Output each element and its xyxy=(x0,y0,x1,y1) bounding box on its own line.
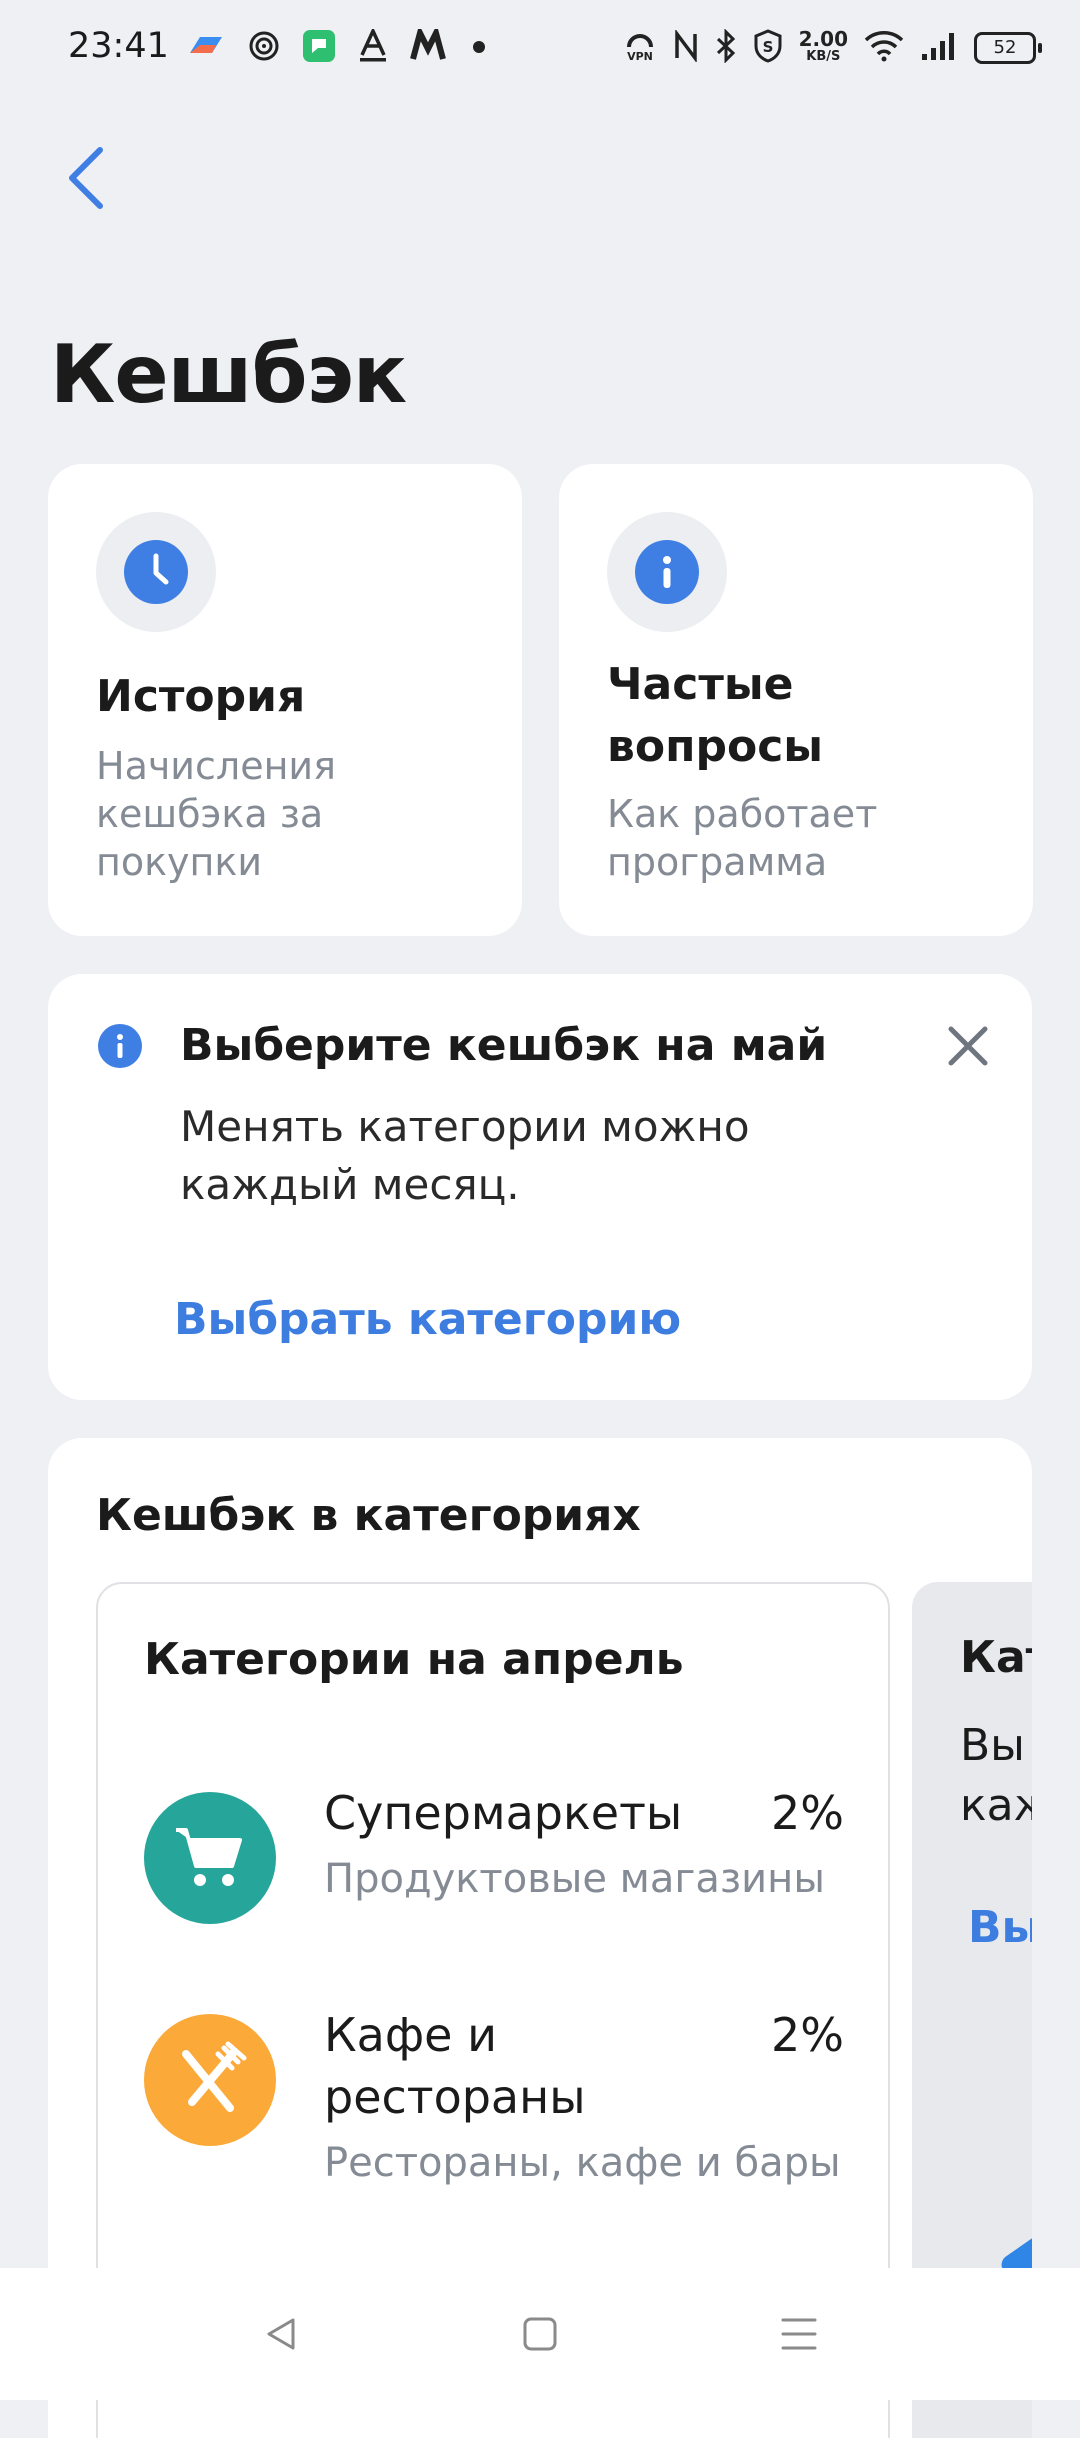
bluetooth-icon xyxy=(715,28,737,67)
history-tile[interactable]: История Начисления кешбэка за покупки xyxy=(48,464,522,936)
back-button[interactable] xyxy=(50,138,120,218)
may-cashback-banner: Выберите кешбэк на май Менять категории … xyxy=(48,974,1032,1400)
may-categories-title: Кат xyxy=(960,1632,1032,1683)
fork-knife-icon xyxy=(144,2014,276,2146)
nav-back-button[interactable] xyxy=(246,2304,316,2364)
categories-title: Кешбэк в категориях xyxy=(96,1490,641,1541)
notification-icons xyxy=(186,24,486,70)
status-time: 23:41 xyxy=(68,26,169,66)
category-name: Кафе и рестораны xyxy=(324,2008,586,2124)
dot-icon xyxy=(472,39,486,58)
faq-title: Частые вопросы xyxy=(607,659,824,772)
app-icon xyxy=(186,31,226,65)
category-percent: 2% xyxy=(771,1786,844,1840)
triangle-back-icon xyxy=(267,2318,295,2350)
faq-tile[interactable]: Частые вопросы Как работает программа xyxy=(559,464,1033,936)
category-percent: 2% xyxy=(771,2008,844,2062)
category-name: Супермаркеты xyxy=(324,1786,683,1840)
faq-icon-wrap xyxy=(607,512,727,632)
nfc-icon xyxy=(673,28,699,66)
may-choose-link[interactable]: Вы xyxy=(968,1902,1032,1953)
svg-text:VPN: VPN xyxy=(627,50,653,63)
history-subtitle: Начисления кешбэка за покупки xyxy=(96,744,336,884)
nav-home-button[interactable] xyxy=(505,2304,575,2364)
banner-title: Выберите кешбэк на май xyxy=(180,1020,828,1071)
battery-indicator: 52 xyxy=(974,32,1042,64)
wifi-icon xyxy=(864,30,904,66)
choose-category-link[interactable]: Выбрать категорию xyxy=(174,1294,681,1345)
chevron-left-icon xyxy=(69,147,103,209)
category-description: Продуктовые магазины xyxy=(324,1856,825,1902)
svg-text:S: S xyxy=(762,38,773,56)
cart-icon xyxy=(144,1792,276,1924)
menu-icon xyxy=(781,2318,817,2350)
chat-icon xyxy=(302,29,336,67)
status-bar: 23:41 VPN S 2.00 KB/S 52 xyxy=(0,0,1080,96)
nav-menu-button[interactable] xyxy=(764,2304,834,2364)
banner-close-button[interactable] xyxy=(940,1018,996,1074)
font-icon xyxy=(358,26,388,67)
vpn-icon: VPN xyxy=(623,29,657,67)
signal-icon xyxy=(920,30,958,66)
system-icons: VPN S 2.00 KB/S 52 xyxy=(623,24,1042,72)
info-icon xyxy=(98,1024,142,1068)
page-title: Кешбэк xyxy=(50,328,407,421)
may-categories-text: Вы каж xyxy=(960,1720,1032,1831)
april-categories-title: Категории на апрель xyxy=(144,1634,684,1685)
close-icon xyxy=(948,1026,988,1066)
history-title: История xyxy=(96,671,306,722)
square-home-icon xyxy=(523,2317,557,2351)
clock-icon xyxy=(124,540,188,604)
target-icon xyxy=(248,30,280,66)
network-speed: 2.00 KB/S xyxy=(798,27,848,66)
navigation-bar xyxy=(0,2268,1080,2400)
info-icon xyxy=(635,540,699,604)
banner-text: Менять категории можно каждый месяц. xyxy=(180,1102,750,1209)
history-icon-wrap xyxy=(96,512,216,632)
category-description: Рестораны, кафе и бары xyxy=(324,2140,841,2186)
faq-subtitle: Как работает программа xyxy=(607,792,878,884)
shield-icon: S xyxy=(753,29,783,67)
network-speed-value: 2.00 xyxy=(798,27,848,51)
logo-icon xyxy=(410,24,450,67)
